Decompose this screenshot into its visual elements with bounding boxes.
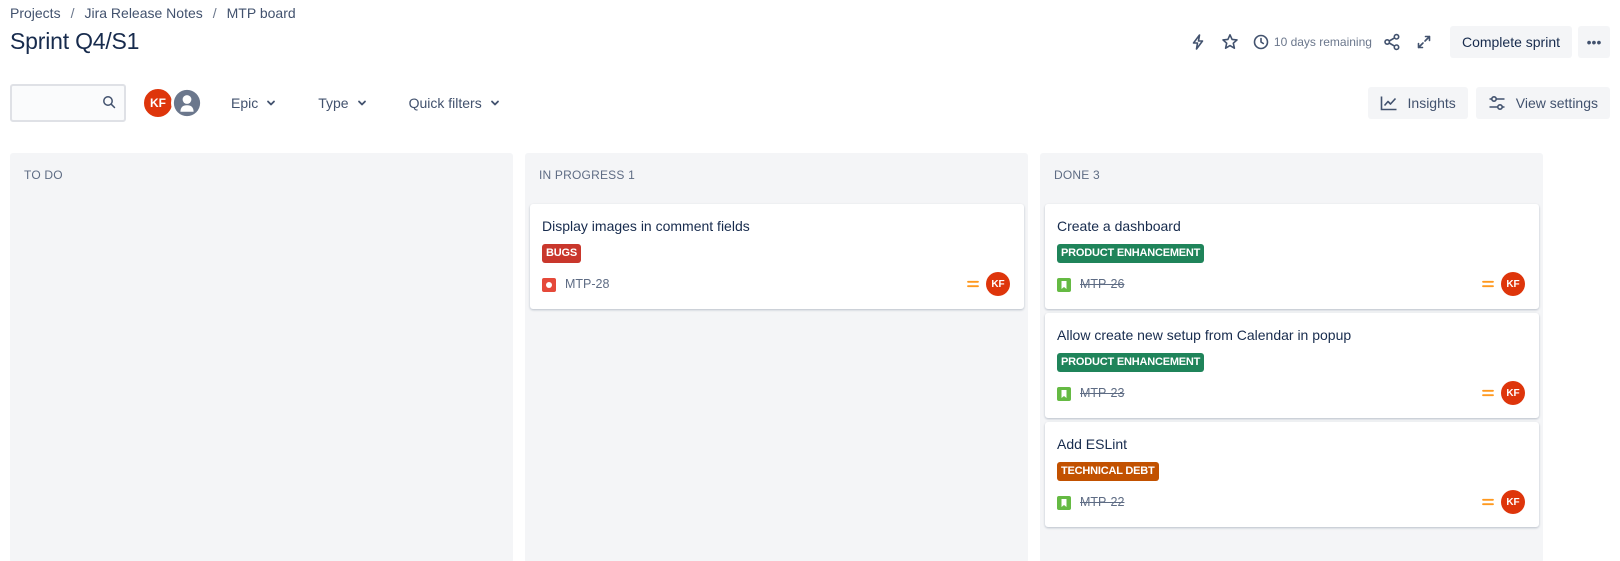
page-title: Sprint Q4/S1 xyxy=(10,28,140,54)
story-icon xyxy=(1057,387,1071,401)
column-count: 1 xyxy=(628,168,635,182)
avatar[interactable]: KF xyxy=(1501,381,1525,405)
story-icon xyxy=(1057,496,1071,510)
avatar[interactable]: KF xyxy=(1501,490,1525,514)
view-settings-label: View settings xyxy=(1515,95,1598,111)
automation-lightning-icon[interactable] xyxy=(1182,26,1214,58)
column-todo: TO DO xyxy=(10,153,513,561)
avatar[interactable]: KF xyxy=(986,272,1010,296)
toolbar-right: Insights View settings xyxy=(1367,87,1610,119)
card-title: Display images in comment fields xyxy=(542,218,750,234)
issue-card[interactable]: Create a dashboard PRODUCT ENHANCEMENT M… xyxy=(1045,204,1539,309)
type-filter-dropdown[interactable]: Type xyxy=(314,87,370,119)
search-input[interactable] xyxy=(12,86,102,120)
more-actions-button[interactable]: ••• xyxy=(1578,26,1610,58)
insights-label: Insights xyxy=(1407,95,1456,111)
avatar[interactable]: KF xyxy=(1501,272,1525,296)
epic-label: BUGS xyxy=(542,244,581,263)
column-header: IN PROGRESS 1 xyxy=(539,168,635,182)
epic-filter-dropdown[interactable]: Epic xyxy=(227,87,280,119)
type-filter-label: Type xyxy=(318,95,349,111)
column-name: IN PROGRESS xyxy=(539,168,625,182)
issue-key[interactable]: MTP-23 xyxy=(1080,386,1124,400)
share-icon[interactable] xyxy=(1376,26,1408,58)
column-name: DONE xyxy=(1054,168,1090,182)
issue-card[interactable]: Allow create new setup from Calendar in … xyxy=(1045,313,1539,418)
sliders-icon xyxy=(1489,95,1505,111)
breadcrumb-project[interactable]: Jira Release Notes xyxy=(84,5,202,21)
breadcrumb-separator: / xyxy=(70,5,75,21)
breadcrumb-projects[interactable]: Projects xyxy=(10,5,61,21)
search-box xyxy=(10,84,126,122)
column-header: TO DO xyxy=(24,168,63,182)
expand-icon[interactable] xyxy=(1408,26,1440,58)
issue-key[interactable]: MTP-26 xyxy=(1080,277,1124,291)
remaining-text: 10 days remaining xyxy=(1273,35,1372,49)
card-list: Create a dashboard PRODUCT ENHANCEMENT M… xyxy=(1045,204,1539,531)
clock-icon xyxy=(1248,26,1274,58)
quick-filters-dropdown[interactable]: Quick filters xyxy=(405,87,504,119)
card-title: Create a dashboard xyxy=(1057,218,1181,234)
chart-line-icon xyxy=(1380,96,1397,111)
chevron-down-icon xyxy=(490,100,499,106)
sprint-remaining: 10 days remaining xyxy=(1248,26,1372,58)
insights-button[interactable]: Insights xyxy=(1367,87,1468,119)
complete-sprint-button[interactable]: Complete sprint xyxy=(1449,26,1572,58)
star-icon[interactable] xyxy=(1214,26,1246,58)
breadcrumb: Projects / Jira Release Notes / MTP boar… xyxy=(10,5,296,21)
avatar[interactable]: KF xyxy=(142,87,174,119)
priority-medium-icon xyxy=(1482,280,1494,288)
breadcrumb-separator: / xyxy=(212,5,217,21)
column-in-progress: IN PROGRESS 1 Display images in comment … xyxy=(525,153,1028,561)
issue-key[interactable]: MTP-28 xyxy=(565,277,609,291)
view-settings-button[interactable]: View settings xyxy=(1475,87,1610,119)
issue-card[interactable]: Add ESLint TECHNICAL DEBT MTP-22 KF xyxy=(1045,422,1539,527)
epic-label: TECHNICAL DEBT xyxy=(1057,462,1159,481)
column-done: DONE 3 Create a dashboard PRODUCT ENHANC… xyxy=(1040,153,1543,561)
card-title: Allow create new setup from Calendar in … xyxy=(1057,327,1352,343)
board: TO DO IN PROGRESS 1 Display images in co… xyxy=(10,153,1543,561)
issue-key[interactable]: MTP-22 xyxy=(1080,495,1124,509)
issue-card[interactable]: Display images in comment fields BUGS MT… xyxy=(530,204,1024,309)
quick-filters-label: Quick filters xyxy=(408,95,482,111)
search-icon xyxy=(102,95,116,114)
card-list: Display images in comment fields BUGS MT… xyxy=(530,204,1024,313)
priority-medium-icon xyxy=(1482,498,1494,506)
priority-medium-icon xyxy=(967,280,979,288)
column-name: TO DO xyxy=(24,168,63,182)
story-icon xyxy=(1057,278,1071,292)
epic-label: PRODUCT ENHANCEMENT xyxy=(1057,244,1205,263)
column-count: 3 xyxy=(1093,168,1100,182)
unassigned-avatar-icon[interactable] xyxy=(171,87,203,119)
board-toolbar: KF Epic Type Quick filters Insights View… xyxy=(10,84,1610,122)
header-actions: 10 days remaining Complete sprint ••• xyxy=(1182,26,1610,58)
column-header: DONE 3 xyxy=(1054,168,1100,182)
card-title: Add ESLint xyxy=(1057,436,1128,452)
bug-icon xyxy=(542,278,556,292)
chevron-down-icon xyxy=(357,100,366,106)
priority-medium-icon xyxy=(1482,389,1494,397)
chevron-down-icon xyxy=(267,100,276,106)
epic-filter-label: Epic xyxy=(231,95,259,111)
assignee-filter: KF xyxy=(142,87,203,119)
epic-label: PRODUCT ENHANCEMENT xyxy=(1057,353,1205,372)
breadcrumb-board[interactable]: MTP board xyxy=(227,5,296,21)
